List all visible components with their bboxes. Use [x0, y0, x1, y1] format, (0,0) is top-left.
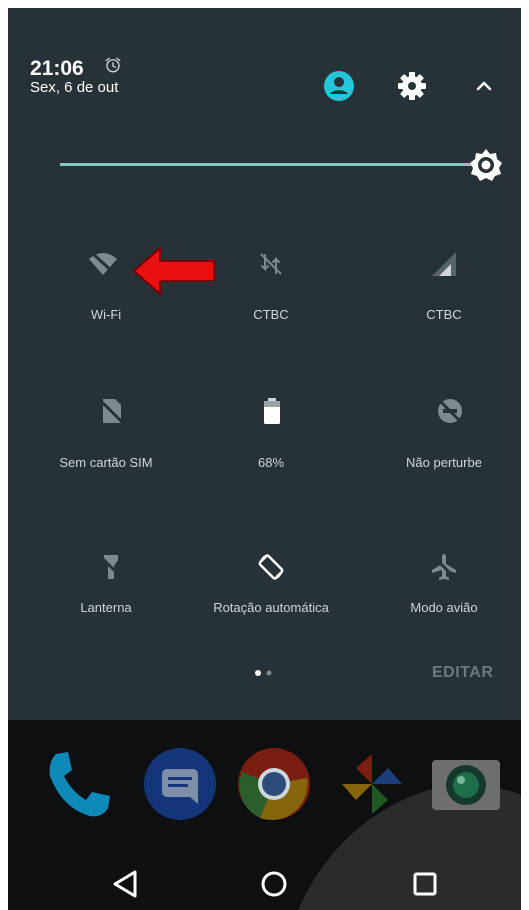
cell-signal-icon[interactable] — [429, 249, 459, 279]
alarm-clock-icon — [105, 57, 121, 73]
wifi-off-icon[interactable] — [88, 249, 118, 279]
photos-app-icon[interactable] — [334, 746, 410, 822]
edit-button[interactable]: EDITAR — [432, 664, 493, 682]
do-not-disturb-off-icon[interactable] — [435, 396, 465, 426]
mobile-data-off-icon[interactable] — [256, 249, 286, 279]
back-icon[interactable] — [105, 864, 145, 904]
page-indicator — [255, 670, 272, 676]
no-sim-icon[interactable] — [96, 396, 126, 426]
chrome-app-icon[interactable] — [236, 746, 312, 822]
quick-settings-panel: 21:06 Sex, 6 de out Wi-Fi CTBC CTBC Sem … — [8, 8, 521, 720]
brightness-slider[interactable] — [60, 163, 480, 166]
messages-app-icon[interactable] — [142, 746, 218, 822]
screen-rotation-icon[interactable] — [256, 552, 286, 582]
brightness-icon[interactable] — [468, 147, 504, 183]
flashlight-off-icon[interactable] — [96, 552, 126, 582]
phone-app-icon[interactable] — [42, 746, 118, 822]
tile-label-flashlight[interactable]: Lanterna — [31, 599, 181, 616]
collapse-chevron-up-icon[interactable] — [466, 68, 502, 104]
red-arrow-annotation — [133, 247, 215, 295]
tile-label-ctbc-data[interactable]: CTBC — [196, 306, 346, 323]
account-icon[interactable] — [321, 68, 357, 104]
tile-label-rotation[interactable]: Rotação automática — [196, 599, 346, 616]
airplane-mode-off-icon[interactable] — [429, 552, 459, 582]
tile-label-wifi[interactable]: Wi-Fi — [31, 306, 181, 323]
camera-app-icon[interactable] — [428, 746, 504, 822]
phone-screen: 21:06 Sex, 6 de out Wi-Fi CTBC CTBC Sem … — [8, 8, 521, 910]
battery-icon[interactable] — [257, 396, 287, 426]
recents-icon[interactable] — [405, 864, 445, 904]
settings-gear-icon[interactable] — [394, 68, 430, 104]
date-label[interactable]: Sex, 6 de out — [30, 80, 118, 96]
home-icon[interactable] — [254, 864, 294, 904]
tile-label-no-sim[interactable]: Sem cartão SIM — [31, 454, 181, 471]
clock-time[interactable]: 21:06 — [30, 58, 84, 80]
tile-label-ctbc-signal[interactable]: CTBC — [369, 306, 519, 323]
tile-label-battery[interactable]: 68% — [196, 454, 346, 471]
tile-label-dnd[interactable]: Não perturbe — [369, 454, 519, 471]
tile-label-airplane[interactable]: Modo avião — [369, 599, 519, 616]
